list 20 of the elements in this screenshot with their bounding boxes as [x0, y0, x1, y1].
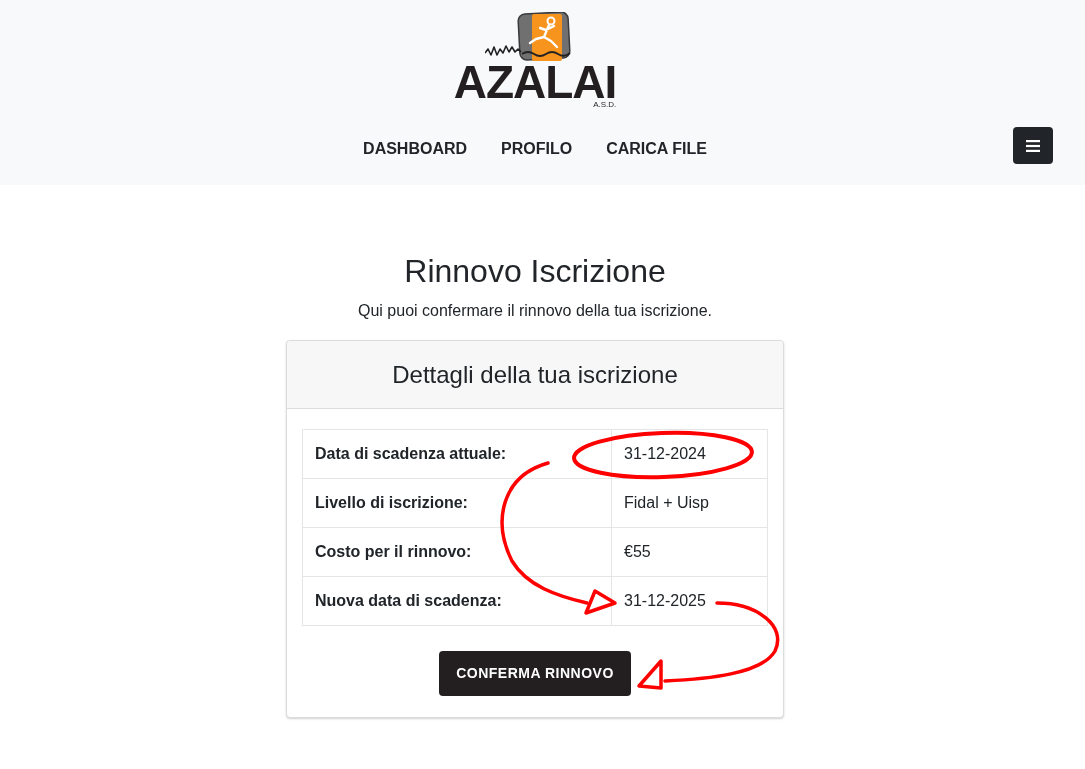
- runner-logo-icon: [485, 12, 571, 62]
- logo-text: AZALAI: [453, 63, 617, 101]
- table-cell: Livello di iscrizione:: [302, 478, 612, 528]
- menu-icon: [1026, 139, 1040, 152]
- table-cell: €55: [611, 527, 768, 577]
- nav-link[interactable]: CARICA FILE: [589, 137, 724, 161]
- nav-link[interactable]: DASHBOARD: [346, 137, 485, 161]
- logo-tagline: A.S.D.: [593, 101, 617, 109]
- page-subtitle: Qui puoi confermare il rinnovo della tua iscrizione.: [358, 301, 712, 321]
- card-title: Dettagli della tua iscrizione: [392, 360, 678, 389]
- confirm-renewal-button[interactable]: CONFERMA RINNOVO: [439, 651, 631, 696]
- nav-link[interactable]: PROFILO: [484, 137, 590, 161]
- menu-button[interactable]: [1013, 127, 1053, 164]
- page-title: Rinnovo Iscrizione: [404, 252, 666, 290]
- table-cell: Data di scadenza attuale:: [302, 429, 612, 479]
- table-cell: Nuova data di scadenza:: [302, 576, 612, 626]
- table-cell: 31-12-2025: [611, 576, 768, 626]
- table-cell: Fidal + Uisp: [611, 478, 768, 528]
- table-cell: 31-12-2024: [611, 429, 768, 479]
- table-cell: Costo per il rinnovo:: [302, 527, 612, 577]
